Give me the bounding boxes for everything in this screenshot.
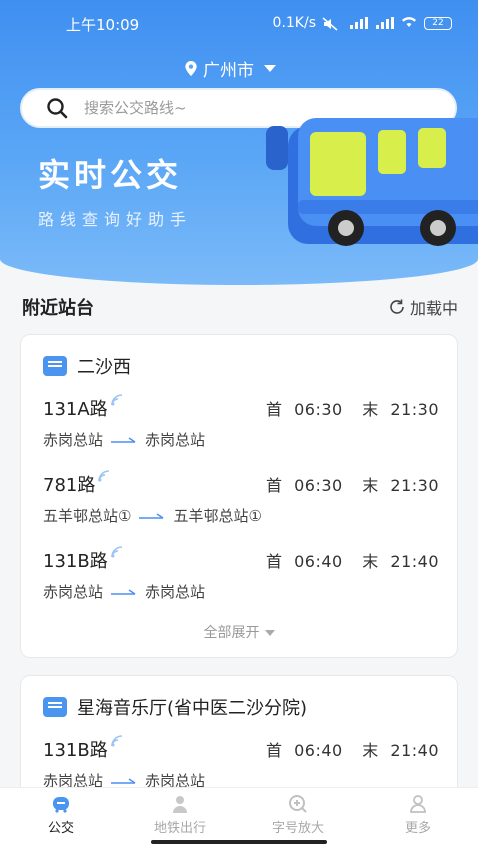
wifi-icon xyxy=(400,14,418,32)
tab-label: 公交 xyxy=(47,821,74,836)
arrow-right-icon xyxy=(111,436,136,443)
station-header: 二沙西 xyxy=(43,353,131,379)
expand-label: 全部展开 xyxy=(203,625,260,641)
route-from: 赤岗总站 xyxy=(43,583,104,601)
route-name: 131B路 xyxy=(43,740,108,761)
last-label: 末 xyxy=(362,400,379,419)
last-time: 21:30 xyxy=(390,400,439,419)
tab-label: 字号放大 xyxy=(271,821,324,836)
first-time: 06:30 xyxy=(294,476,343,495)
more-user-icon xyxy=(410,795,426,813)
last-label: 末 xyxy=(362,741,379,760)
station-name: 二沙西 xyxy=(77,357,131,378)
tab-label: 更多 xyxy=(404,821,431,836)
route-name: 781路 xyxy=(43,475,96,496)
tab-font-size[interactable]: 字号放大 xyxy=(253,794,343,836)
first-label: 首 xyxy=(265,741,283,760)
bus-stop-icon xyxy=(43,356,67,376)
route-from: 五羊邨总站① xyxy=(43,507,132,525)
tab-bus[interactable]: 公交 xyxy=(16,794,106,836)
route-direction: 赤岗总站 赤岗总站 xyxy=(43,581,205,602)
zoom-text-icon xyxy=(289,795,307,813)
route-to: 赤岗总站 xyxy=(145,431,206,449)
signal-icon-2 xyxy=(374,17,394,29)
network-speed: 0.1K/s xyxy=(272,15,316,31)
hero-subtitle: 路线查询好助手 xyxy=(38,210,193,229)
route-name-wrap: 131B路 xyxy=(43,546,124,573)
first-label: 首 xyxy=(265,476,283,495)
station-name: 星海音乐厅(省中医二沙分院) xyxy=(77,698,308,719)
last-time: 21:40 xyxy=(390,552,439,571)
signal-icon xyxy=(348,17,368,29)
realtime-signal-icon xyxy=(110,546,122,558)
status-bar: 上午10:09 0.1K/s 22 xyxy=(0,0,478,48)
route-times: 首 06:40 末 21:40 xyxy=(266,737,439,761)
route-times: 首 06:30 末 21:30 xyxy=(266,472,439,496)
route-item[interactable]: 131B路 首 06:40 末 21:40 赤岗总站 赤岗总站 xyxy=(43,546,439,607)
arrow-right-icon xyxy=(111,777,136,784)
arrow-right-icon xyxy=(139,512,164,519)
route-name-wrap: 781路 xyxy=(43,470,111,497)
realtime-signal-icon xyxy=(98,470,110,482)
hero-title: 实时公交 xyxy=(38,156,183,194)
status-icons: 0.1K/s 22 xyxy=(273,14,452,32)
first-time: 06:40 xyxy=(294,552,343,571)
route-times: 首 06:30 末 21:30 xyxy=(266,396,439,420)
nearby-header: 附近站台 加载中 xyxy=(22,292,458,320)
reload-label: 加载中 xyxy=(409,299,458,318)
first-label: 首 xyxy=(265,552,283,571)
city-selector[interactable]: 广州市 xyxy=(185,56,276,81)
reload-button[interactable]: 加载中 xyxy=(388,295,458,319)
route-direction: 赤岗总站 赤岗总站 xyxy=(43,429,205,450)
route-direction: 五羊邨总站① 五羊邨总站① xyxy=(43,505,262,526)
expand-all-button[interactable]: 全部展开 xyxy=(21,622,457,642)
last-label: 末 xyxy=(362,476,379,495)
first-time: 06:40 xyxy=(294,741,343,760)
status-time: 上午10:09 xyxy=(66,16,140,34)
tab-more[interactable]: 更多 xyxy=(373,794,463,836)
last-time: 21:40 xyxy=(390,741,439,760)
bus-icon xyxy=(53,797,69,813)
route-item[interactable]: 781路 首 06:30 末 21:30 五羊邨总站① 五羊邨总站① xyxy=(43,470,439,531)
nearby-title: 附近站台 xyxy=(22,298,94,319)
station-header: 星海音乐厅(省中医二沙分院) xyxy=(43,694,307,720)
route-to: 赤岗总站 xyxy=(145,583,206,601)
mute-icon xyxy=(322,17,342,31)
refresh-icon xyxy=(390,299,404,314)
route-to: 五羊邨总站① xyxy=(173,507,262,525)
person-icon xyxy=(173,796,187,813)
tab-label: 地铁出行 xyxy=(153,821,206,836)
caret-down-icon xyxy=(264,630,275,636)
first-label: 首 xyxy=(265,400,283,419)
realtime-signal-icon xyxy=(110,735,122,747)
first-time: 06:30 xyxy=(294,400,343,419)
station-card[interactable]: 二沙西 131A路 首 06:30 末 21:30 赤岗总站 赤岗总站 781路… xyxy=(20,334,458,658)
route-name-wrap: 131B路 xyxy=(43,735,124,762)
home-indicator xyxy=(151,840,327,844)
bus-stop-icon xyxy=(43,697,67,717)
route-name-wrap: 131A路 xyxy=(43,394,124,421)
last-time: 21:30 xyxy=(390,476,439,495)
route-item[interactable]: 131A路 首 06:30 末 21:30 赤岗总站 赤岗总站 xyxy=(43,394,439,455)
tab-metro[interactable]: 地铁出行 xyxy=(135,794,225,836)
location-pin-icon xyxy=(185,61,197,76)
battery-icon: 22 xyxy=(424,16,452,30)
arrow-right-icon xyxy=(111,588,136,595)
route-from: 赤岗总站 xyxy=(43,431,104,449)
route-name: 131A路 xyxy=(43,399,108,420)
last-label: 末 xyxy=(362,552,379,571)
search-icon xyxy=(47,98,68,119)
bus-illustration-icon xyxy=(266,118,478,246)
hero-banner: 上午10:09 0.1K/s 22 广州市 实时公交 路线查询好助手 xyxy=(0,0,478,285)
city-name: 广州市 xyxy=(203,61,254,81)
caret-down-icon xyxy=(264,65,276,72)
realtime-signal-icon xyxy=(110,394,122,406)
route-name: 131B路 xyxy=(43,551,108,572)
route-times: 首 06:40 末 21:40 xyxy=(266,548,439,572)
